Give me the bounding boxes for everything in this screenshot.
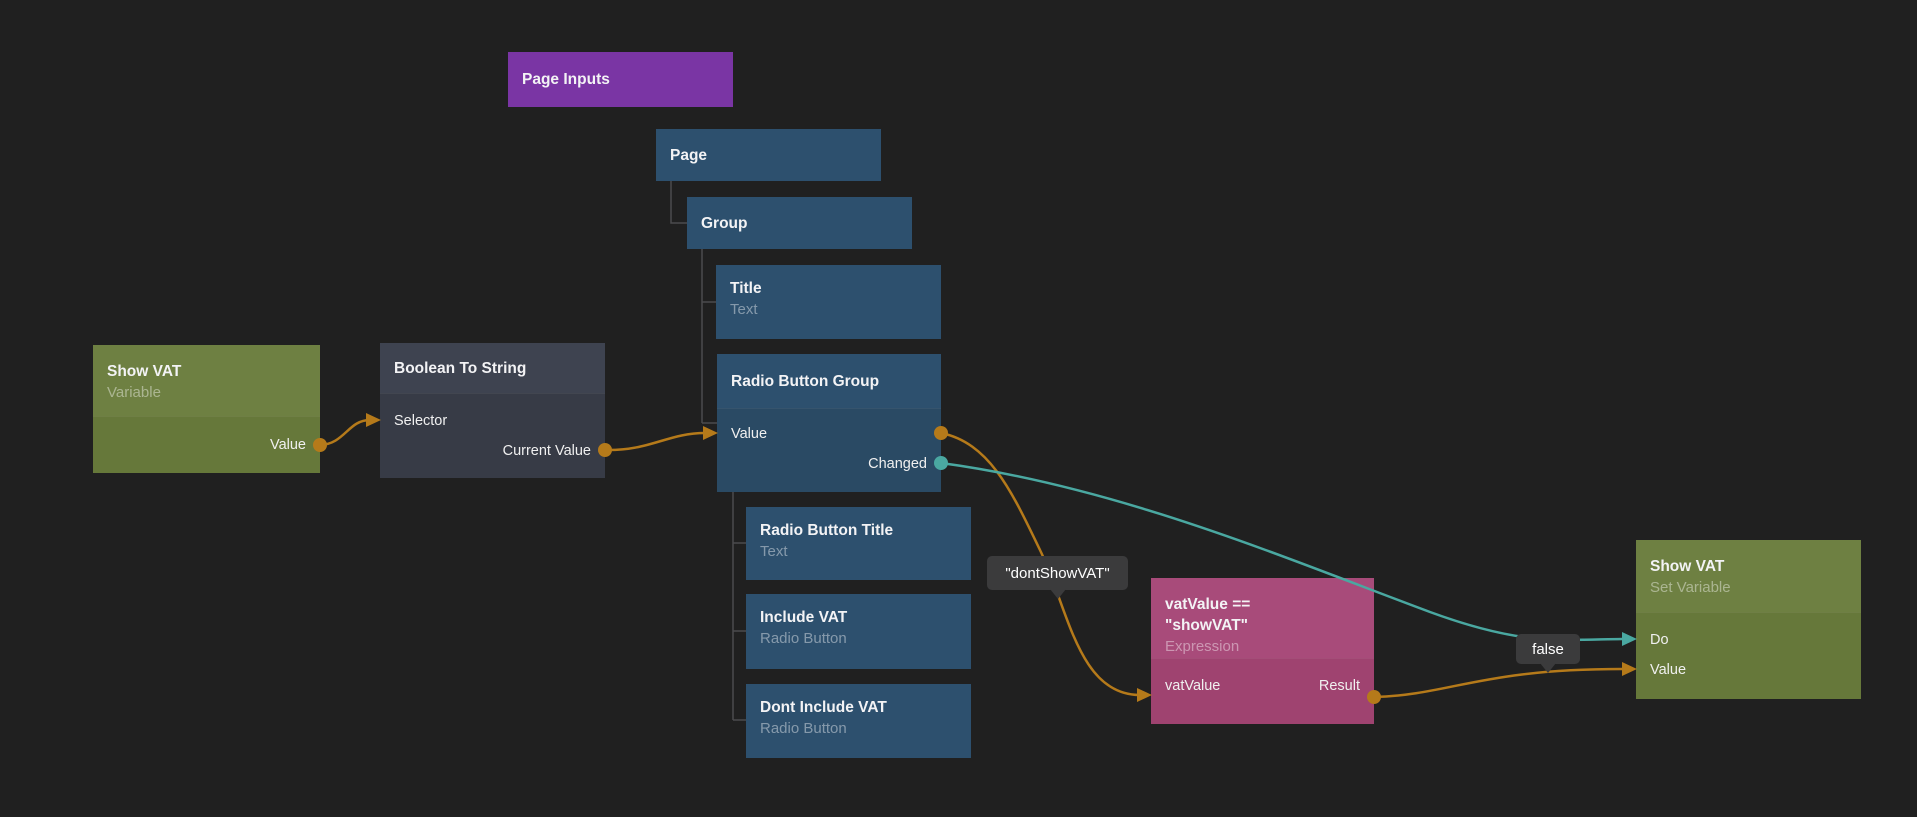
wire-currentvalue-to-radiogroup-value[interactable] — [605, 433, 705, 450]
port-row-vatvalue-result[interactable]: vatValue Result — [1151, 671, 1374, 701]
port-label-changed: Changed — [868, 456, 927, 472]
node-radio-button-title[interactable]: Radio Button Title Text — [746, 507, 971, 580]
node-subtitle: Radio Button — [760, 628, 957, 649]
node-title: Include VAT — [760, 607, 957, 628]
node-radio-button-group[interactable]: Radio Button Group Value Changed — [717, 354, 941, 492]
node-title: Dont Include VAT — [760, 697, 957, 718]
node-graph-canvas[interactable]: Page Inputs Page Group Title Text Radio … — [0, 0, 1917, 817]
port-row-current-value[interactable]: Current Value — [380, 436, 605, 466]
node-title-line1: vatValue == — [1165, 594, 1360, 615]
port-row-value[interactable]: Value — [717, 419, 941, 449]
node-dont-include-vat[interactable]: Dont Include VAT Radio Button — [746, 684, 971, 758]
port-label-do: Do — [1650, 632, 1669, 648]
node-group[interactable]: Group — [687, 197, 912, 249]
connection-value-label-dontshowvat: "dontShowVAT" — [987, 556, 1128, 590]
node-title: Radio Button Group — [731, 371, 879, 392]
tree-connector-page-group — [671, 181, 687, 223]
node-title: Radio Button Title — [760, 520, 957, 541]
node-title: Show VAT — [107, 361, 306, 382]
arrowhead-setvariable-value-input — [1622, 662, 1637, 676]
port-label-value: Value — [731, 426, 767, 442]
node-subtitle: Text — [730, 299, 927, 320]
arrowhead-do-input — [1622, 632, 1637, 646]
node-subtitle: Expression — [1165, 636, 1360, 657]
tree-connector-group-children — [702, 249, 717, 423]
node-include-vat[interactable]: Include VAT Radio Button — [746, 594, 971, 669]
port-label-selector: Selector — [394, 413, 447, 429]
port-label-vatvalue: vatValue — [1165, 678, 1220, 694]
port-row-selector[interactable]: Selector — [380, 406, 605, 436]
wire-showvat-value-to-selector[interactable] — [320, 420, 370, 445]
port-label-value: Value — [1650, 662, 1686, 678]
node-show-vat-variable[interactable]: Show VAT Variable Value — [93, 345, 320, 473]
port-row-do[interactable]: Do — [1636, 625, 1861, 655]
arrowhead-vatvalue-input — [1137, 688, 1152, 702]
connection-value-label-false: false — [1516, 634, 1580, 664]
node-title: Page — [670, 145, 707, 166]
arrowhead-radiogroup-value-input — [703, 426, 718, 440]
node-title: Show VAT — [1650, 556, 1847, 577]
node-boolean-to-string[interactable]: Boolean To String Selector Current Value — [380, 343, 605, 478]
wire-result-to-setvariable-value[interactable] — [1374, 669, 1622, 697]
node-title: Boolean To String — [394, 358, 526, 379]
port-row-value[interactable]: Value — [93, 417, 320, 473]
node-page[interactable]: Page — [656, 129, 881, 181]
node-title: Title — [730, 278, 927, 299]
port-label-value: Value — [270, 437, 306, 453]
node-title: Group — [701, 213, 748, 234]
node-title-line2: "showVAT" — [1165, 615, 1360, 636]
node-page-inputs[interactable]: Page Inputs — [508, 52, 733, 107]
node-show-vat-set-variable[interactable]: Show VAT Set Variable Do Value — [1636, 540, 1861, 699]
node-subtitle: Radio Button — [760, 718, 957, 739]
port-label-result: Result — [1319, 678, 1360, 694]
node-subtitle: Text — [760, 541, 957, 562]
node-title-text[interactable]: Title Text — [716, 265, 941, 339]
node-expression[interactable]: vatValue == "showVAT" Expression vatValu… — [1151, 578, 1374, 724]
node-subtitle: Set Variable — [1650, 577, 1847, 598]
port-row-value[interactable]: Value — [1636, 655, 1861, 685]
node-subtitle: Variable — [107, 382, 306, 403]
node-title: Page Inputs — [522, 69, 610, 90]
port-label-current-value: Current Value — [503, 443, 591, 459]
port-row-changed[interactable]: Changed — [717, 449, 941, 479]
tree-connector-radiogroup-children — [733, 492, 746, 720]
